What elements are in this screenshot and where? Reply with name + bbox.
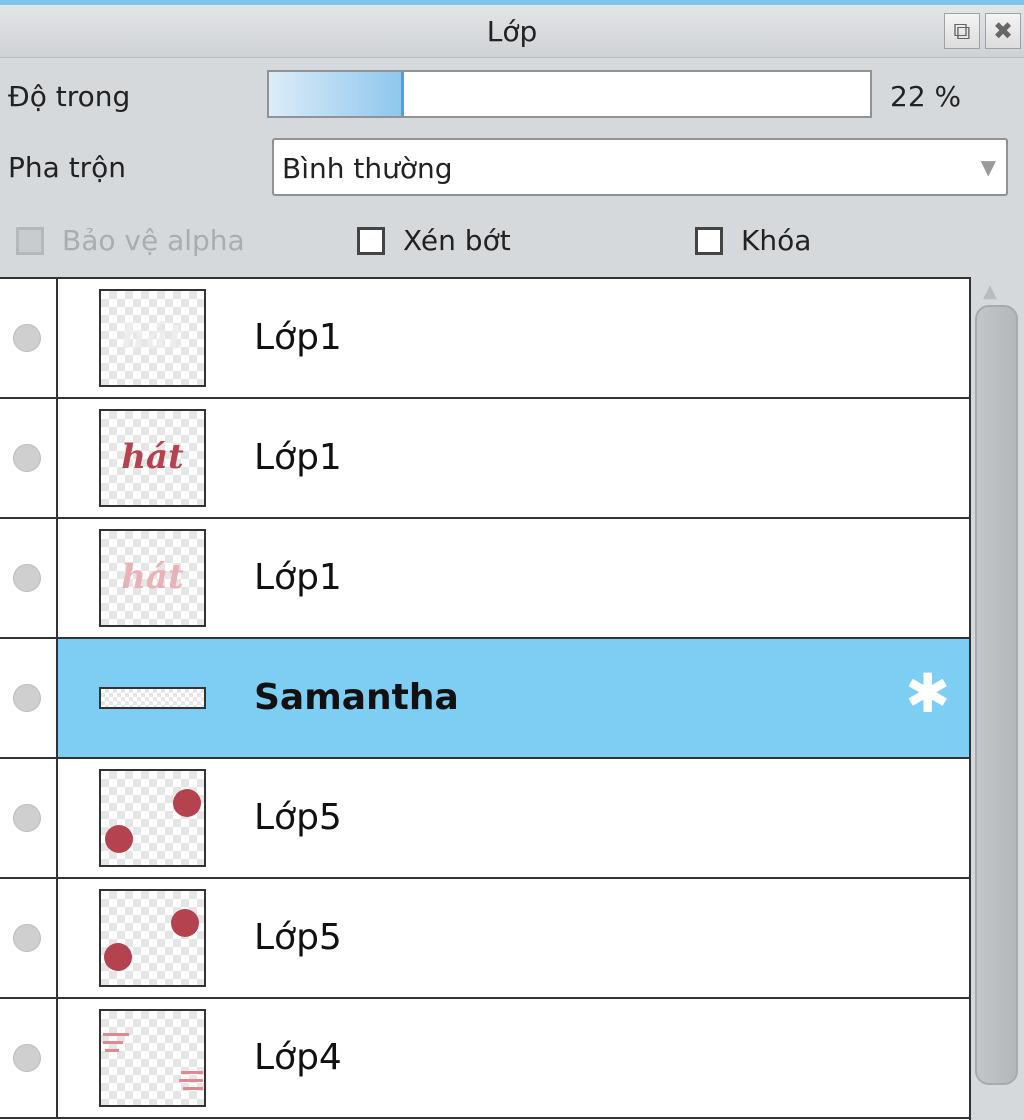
layer-thumbnail: hát (99, 409, 206, 507)
opacity-slider-fill (269, 72, 405, 116)
thumbnail-smear (183, 1087, 203, 1090)
visibility-toggle[interactable] (0, 399, 58, 517)
protect-alpha-checkbox[interactable]: Bảo vệ alpha (16, 224, 245, 257)
layer-thumbnail: hát (99, 529, 206, 627)
scroll-up-arrow-icon[interactable]: ▲ (983, 281, 997, 302)
layer-list[interactable]: hát Lớp1 hát Lớp1 hát Lớp1 Samantha ✱ Lớ… (0, 277, 971, 1120)
opacity-value: 22 % (890, 80, 962, 113)
thumbnail-blob (173, 789, 201, 817)
layer-thumbnail-text: hát (121, 317, 184, 357)
visibility-toggle[interactable] (0, 279, 58, 397)
clipping-label: Xén bớt (403, 224, 511, 257)
visibility-toggle[interactable] (0, 879, 58, 997)
layer-name: Samantha (254, 677, 459, 718)
thumbnail-blob (104, 943, 132, 971)
gear-icon[interactable]: ✱ (905, 667, 950, 721)
layer-thumbnail-text: hát (121, 437, 184, 477)
thumbnail-smear (103, 1033, 129, 1036)
layer-thumbnail (99, 769, 206, 867)
lock-checkbox[interactable]: Khóa (695, 224, 811, 257)
visibility-dot-icon (13, 684, 41, 712)
layer-thumbnail (99, 687, 206, 709)
layer-row[interactable]: Lớp5 (0, 759, 969, 879)
blend-mode-select[interactable]: Bình thường ▼ (272, 138, 1008, 196)
protect-alpha-box[interactable] (16, 226, 44, 255)
blend-mode-value: Bình thường (282, 152, 453, 185)
thumbnail-blob (171, 909, 199, 937)
thumbnail-smear (179, 1079, 203, 1082)
visibility-dot-icon (13, 1044, 41, 1072)
clipping-box[interactable] (357, 226, 385, 255)
visibility-toggle[interactable] (0, 999, 58, 1117)
layer-thumbnail-text: hát (121, 557, 184, 597)
visibility-dot-icon (13, 564, 41, 592)
scrollbar-thumb[interactable] (975, 305, 1018, 1085)
lock-box[interactable] (695, 226, 723, 255)
chevron-down-icon: ▼ (980, 155, 996, 179)
layer-name: Lớp5 (254, 797, 342, 838)
blend-mode-label: Pha trộn (8, 151, 127, 184)
layer-name: Lớp4 (254, 1037, 342, 1078)
protect-alpha-label: Bảo vệ alpha (62, 224, 245, 257)
close-button[interactable]: ✖ (985, 13, 1021, 49)
thumbnail-blob (105, 825, 133, 853)
layer-row[interactable]: Lớp4 (0, 999, 969, 1119)
layer-row-selected[interactable]: Samantha ✱ (0, 639, 969, 759)
layer-thumbnail (99, 1009, 206, 1107)
close-icon: ✖ (992, 17, 1014, 45)
layer-name: Lớp1 (254, 317, 342, 358)
visibility-toggle[interactable] (0, 639, 58, 757)
clipping-checkbox[interactable]: Xén bớt (357, 224, 511, 257)
visibility-dot-icon (13, 804, 41, 832)
visibility-dot-icon (13, 444, 41, 472)
undock-icon: ⧉ (953, 17, 971, 45)
layer-thumbnail (99, 889, 206, 987)
layer-row[interactable]: Lớp5 (0, 879, 969, 999)
visibility-toggle[interactable] (0, 519, 58, 637)
layer-row[interactable]: hát Lớp1 (0, 399, 969, 519)
visibility-toggle[interactable] (0, 759, 58, 877)
layer-name: Lớp1 (254, 557, 342, 598)
panel-titlebar[interactable]: Lớp ⧉ ✖ (0, 5, 1024, 58)
layer-thumbnail: hát (99, 289, 206, 387)
layer-name: Lớp1 (254, 437, 342, 478)
thumbnail-smear (181, 1071, 203, 1074)
layer-name: Lớp5 (254, 917, 342, 958)
thumbnail-smear (105, 1049, 119, 1052)
layer-row[interactable]: hát Lớp1 (0, 279, 969, 399)
panel-title: Lớp (486, 15, 538, 48)
undock-button[interactable]: ⧉ (944, 13, 980, 49)
visibility-dot-icon (13, 924, 41, 952)
opacity-slider[interactable] (267, 70, 872, 118)
visibility-dot-icon (13, 324, 41, 352)
lock-label: Khóa (741, 224, 812, 257)
layer-row[interactable]: hát Lớp1 (0, 519, 969, 639)
opacity-label: Độ trong (8, 80, 131, 113)
thumbnail-smear (103, 1041, 123, 1044)
